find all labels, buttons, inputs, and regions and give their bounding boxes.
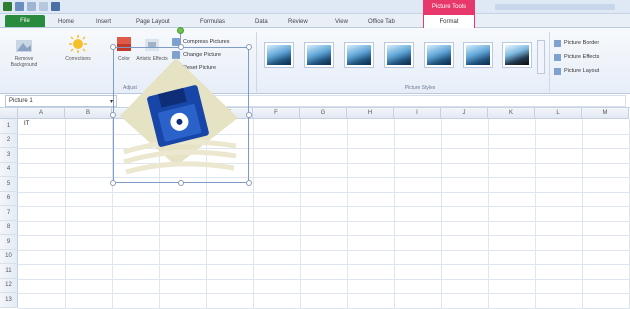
grid-line — [18, 307, 630, 309]
grid-line — [18, 191, 630, 193]
column-header[interactable]: I — [394, 108, 441, 119]
picture-style-2[interactable] — [304, 42, 334, 68]
tab-formulas[interactable]: Formulas — [200, 16, 225, 27]
grid-line — [18, 278, 630, 280]
quick-access-toolbar — [3, 2, 60, 11]
grid-line — [18, 235, 630, 236]
row-header[interactable]: 6 — [0, 191, 18, 206]
name-box[interactable]: Picture 1 ▾ — [5, 95, 117, 107]
floppy-disk-icon — [120, 58, 238, 175]
group-separator — [549, 32, 550, 92]
select-all-corner[interactable] — [0, 108, 18, 119]
ribbon: Remove Background Corrections Color Arti… — [0, 28, 630, 94]
tab-office-tab[interactable]: Office Tab — [368, 16, 395, 27]
picture-styles-group-label: Picture Styles — [404, 85, 436, 91]
rotation-handle[interactable] — [177, 27, 184, 34]
group-separator — [256, 32, 257, 92]
resize-handle-se[interactable] — [246, 180, 252, 186]
column-header[interactable]: G — [300, 108, 347, 119]
picture-tools-context-tab: Picture Tools — [423, 0, 475, 14]
row-header[interactable]: 12 — [0, 278, 18, 293]
resize-handle-nw[interactable] — [110, 44, 116, 50]
row-header[interactable]: 9 — [0, 235, 18, 250]
picture-style-3[interactable] — [344, 42, 374, 68]
row-header[interactable]: 7 — [0, 206, 18, 221]
gallery-scroll[interactable] — [537, 40, 545, 74]
resize-handle-e[interactable] — [246, 112, 252, 118]
grid-line — [18, 293, 630, 294]
picture-effects-icon — [554, 53, 561, 61]
column-header[interactable]: L — [535, 108, 582, 119]
row-header[interactable]: 5 — [0, 177, 18, 192]
column-header[interactable]: H — [347, 108, 394, 119]
title-bar: Picture Tools — [0, 0, 630, 14]
grid-line — [18, 148, 630, 149]
grid-line — [18, 264, 630, 265]
undo-icon[interactable] — [27, 2, 36, 11]
excel-icon[interactable] — [3, 2, 12, 11]
picture-layout-button[interactable]: Picture Layout — [554, 66, 599, 76]
tab-home[interactable]: Home — [58, 16, 74, 27]
formula-bar: Picture 1 ▾ fx — [0, 94, 630, 108]
row-header[interactable]: 11 — [0, 264, 18, 279]
row-header[interactable]: 2 — [0, 133, 18, 148]
tab-page-layout[interactable]: Page Layout — [136, 16, 170, 27]
grid-line — [18, 133, 630, 135]
worksheet-grid[interactable]: ABCDEFGHIJKLM 12345678910111213 IT — [0, 108, 630, 309]
tab-file[interactable]: File — [5, 15, 45, 27]
column-header[interactable]: M — [582, 108, 629, 119]
tab-review[interactable]: Review — [288, 16, 308, 27]
picture-border-button[interactable]: Picture Border — [554, 38, 599, 48]
tab-insert[interactable]: Insert — [96, 16, 111, 27]
picture-border-icon — [554, 39, 561, 47]
grid-line — [18, 177, 630, 178]
picture-layout-icon — [554, 67, 561, 75]
cell-a1[interactable]: IT — [24, 121, 29, 127]
column-header[interactable]: J — [441, 108, 488, 119]
row-header[interactable]: 10 — [0, 249, 18, 264]
row-header[interactable]: 3 — [0, 148, 18, 163]
grid-line — [18, 206, 630, 207]
tab-view[interactable]: View — [335, 16, 348, 27]
column-header[interactable]: K — [488, 108, 535, 119]
row-header[interactable]: 1 — [0, 119, 18, 134]
selected-picture[interactable] — [110, 44, 252, 186]
picture-style-1[interactable] — [264, 42, 294, 68]
remove-background-button[interactable]: Remove Background — [8, 34, 40, 80]
picture-effects-button[interactable]: Picture Effects — [554, 52, 599, 62]
resize-handle-sw[interactable] — [110, 180, 116, 186]
corrections-button[interactable]: Corrections — [62, 34, 94, 80]
tab-format[interactable]: Format — [423, 14, 475, 28]
picture-style-5[interactable] — [424, 42, 454, 68]
customize-icon[interactable] — [51, 2, 60, 11]
save-icon[interactable] — [15, 2, 24, 11]
column-header[interactable]: A — [18, 108, 65, 119]
corrections-icon — [69, 35, 87, 53]
grid-line — [18, 249, 630, 251]
rotation-stem — [180, 34, 181, 44]
picture-style-4[interactable] — [384, 42, 414, 68]
column-header[interactable]: F — [253, 108, 300, 119]
resize-handle-s[interactable] — [178, 180, 184, 186]
row-header[interactable]: 4 — [0, 162, 18, 177]
remove-background-icon — [16, 40, 32, 52]
row-header[interactable]: 13 — [0, 293, 18, 308]
tab-data[interactable]: Data — [255, 16, 268, 27]
row-header[interactable]: 8 — [0, 220, 18, 235]
window-title — [495, 4, 615, 10]
grid-line — [18, 162, 630, 164]
picture-style-7[interactable] — [502, 42, 532, 68]
resize-handle-n[interactable] — [178, 44, 184, 50]
picture-style-6[interactable] — [463, 42, 493, 68]
grid-line — [18, 220, 630, 222]
resize-handle-w[interactable] — [110, 112, 116, 118]
resize-handle-ne[interactable] — [246, 44, 252, 50]
ribbon-tabs: File Home Insert Page Layout Formulas Da… — [0, 14, 630, 28]
column-header[interactable]: B — [65, 108, 112, 119]
redo-icon[interactable] — [39, 2, 48, 11]
